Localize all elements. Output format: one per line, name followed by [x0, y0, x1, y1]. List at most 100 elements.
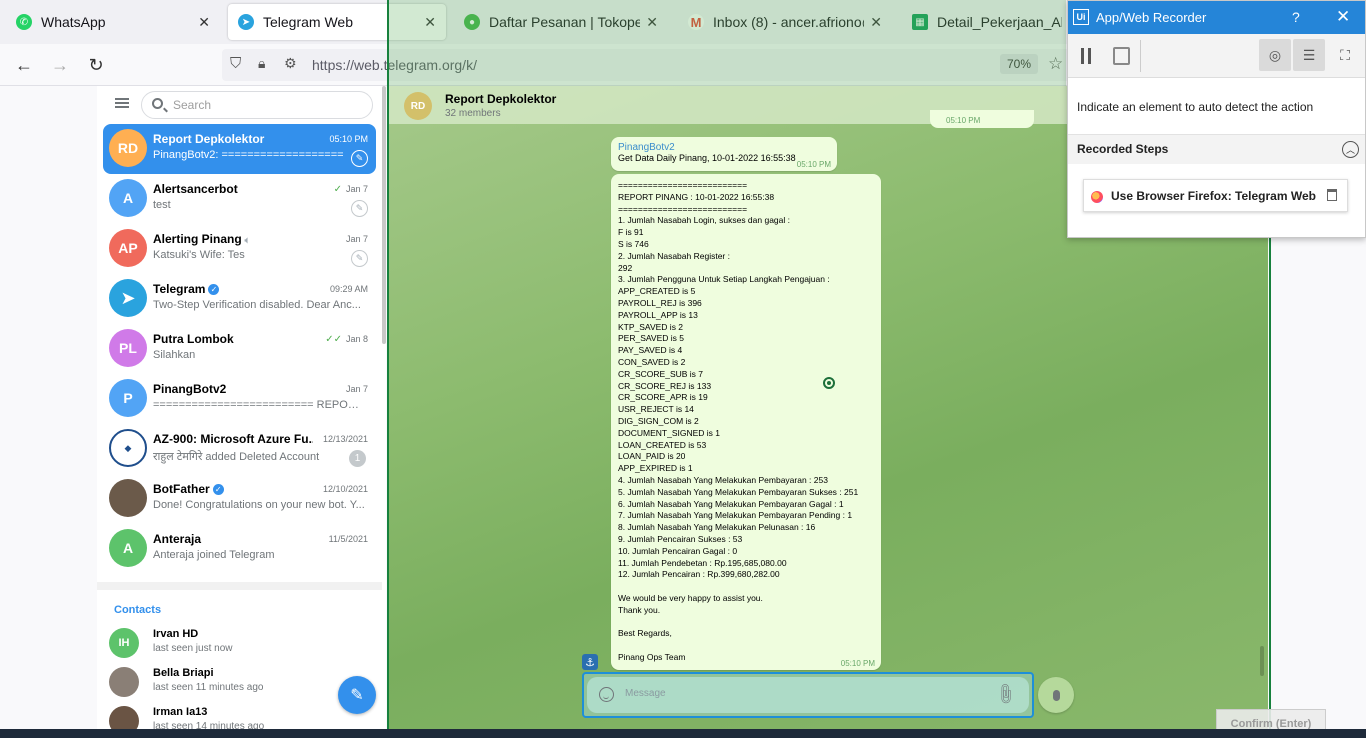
back-icon[interactable]: ←	[12, 53, 36, 77]
recorded-step[interactable]: Use Browser Firefox: Telegram Web	[1083, 179, 1348, 212]
close-icon[interactable]: ✕	[1336, 7, 1350, 27]
screen-capture-icon[interactable]: ⛶	[1329, 39, 1361, 71]
pencil-icon: ✎	[350, 687, 364, 704]
reload-icon[interactable]: ↻	[84, 53, 108, 77]
anchor-icon[interactable]: ⚓︎	[582, 654, 598, 670]
save-icon[interactable]	[1113, 47, 1130, 65]
contact-item-bella-briapi[interactable]: Bella Briapi last seen 11 minutes ago	[109, 665, 369, 701]
pause-icon[interactable]	[1081, 48, 1091, 64]
report-line: USR_REJECT is 14	[618, 404, 694, 415]
chat-item-anteraja[interactable]: A Anteraja 11/5/2021 Anteraja joined Tel…	[103, 524, 376, 574]
report-line: CR_SCORE_REJ is 133	[618, 380, 712, 391]
auto-detect-icon[interactable]: ◎	[1259, 39, 1291, 71]
chat-scrollbar[interactable]	[1260, 646, 1264, 676]
chat-header-members: 32 members	[445, 108, 501, 119]
tab-label: Telegram Web	[263, 14, 354, 30]
recorder-toolbar: ◎ ☰ ⛶	[1068, 34, 1365, 78]
avatar: AP	[109, 229, 147, 267]
message-bubble[interactable]: PinangBotv2 Get Data Daily Pinang, 10-01…	[611, 137, 837, 171]
chat-header-avatar: RD	[404, 92, 432, 120]
search-input[interactable]: Search	[141, 91, 373, 119]
chat-preview: Katsuki's Wife: Tes	[153, 249, 245, 261]
message-input[interactable]: Message 📎︎	[587, 677, 1029, 713]
close-tab-icon[interactable]: ✕	[198, 14, 210, 31]
report-line: 8. Jumlah Nasabah Yang Melakukan Pelunas…	[618, 522, 816, 533]
muted-icon: 🔈︎	[244, 235, 251, 245]
pin-icon: ✎	[351, 200, 368, 217]
read-check-icon: ✓	[333, 184, 342, 195]
trash-icon[interactable]	[1327, 189, 1337, 201]
avatar: PL	[109, 329, 147, 367]
browser-tab-telegram[interactable]: ➤ Telegram Web ✕	[228, 4, 446, 40]
menu-icon[interactable]	[115, 98, 129, 108]
report-line	[618, 581, 874, 593]
pin-icon: ✎	[351, 150, 368, 167]
report-line: PER_SAVED is 5	[618, 333, 684, 344]
recorder-titlebar: Ui App/Web Recorder ? ✕	[1068, 1, 1365, 34]
browser-tab-tokopedia[interactable]: ● Daftar Pesanan | Tokopedia ✕	[454, 4, 668, 40]
search-placeholder: Search	[173, 98, 212, 112]
report-line: LOAN_CREATED is 53	[618, 439, 707, 450]
permissions-icon[interactable]: ⚙	[284, 55, 297, 72]
tab-label: Detail_Pekerjaan_Absensi	[937, 14, 1062, 30]
chat-item-telegram[interactable]: ➤ Telegram ✓ 09:29 AM Two-Step Verificati…	[103, 274, 376, 324]
chat-item-az900[interactable]: ◆ AZ-900: Microsoft Azure Fu...🔈︎ 12/13/…	[103, 424, 376, 474]
tab-label: Inbox (8) - ancer.afriono@bank	[713, 14, 864, 30]
avatar: A	[109, 179, 147, 217]
chat-item-alertsancerbot[interactable]: A Alertsancerbot ✓ Jan 7 test ✎	[103, 174, 376, 224]
message-composer[interactable]: Message 📎︎	[582, 672, 1034, 718]
bookmark-star-icon[interactable]: ☆	[1048, 54, 1063, 74]
report-line: ==========================	[618, 180, 748, 190]
chat-item-putra-lombok[interactable]: PL Putra Lombok ✓✓ Jan 8 Silahkan	[103, 324, 376, 374]
close-tab-icon[interactable]: ✕	[424, 14, 436, 31]
chevron-up-icon[interactable]: ︿	[1342, 141, 1359, 158]
chat-header-title: Report Depkolektor	[445, 92, 557, 106]
help-button[interactable]: ?	[1292, 9, 1300, 25]
browser-tab-whatsapp[interactable]: ✆ WhatsApp ✕	[6, 4, 220, 40]
report-line: CON_SAVED is 2	[618, 356, 686, 367]
avatar: IH	[109, 628, 139, 658]
report-message-bubble[interactable]: ========================== REPORT PINANG …	[611, 174, 881, 670]
forward-icon[interactable]: →	[48, 53, 72, 77]
contact-item-irvan-hd[interactable]: IH Irvan HD last seen just now	[109, 626, 369, 662]
chat-item-alerting-pinang[interactable]: AP Alerting Pinang 🔈︎ Jan 7 Katsuki's Wif…	[103, 224, 376, 274]
emoji-icon[interactable]	[599, 687, 614, 702]
chat-item-pinangbotv2[interactable]: P PinangBotv2 Jan 7 ====================…	[103, 374, 376, 424]
tokopedia-icon: ●	[464, 14, 480, 30]
browser-tab-sheets[interactable]: ▦ Detail_Pekerjaan_Absensi	[902, 4, 1072, 40]
report-line: 6. Jumlah Nasabah Yang Melakukan Pembaya…	[618, 498, 844, 509]
chat-item-report-depkolektor[interactable]: RD Report Depkolektor 05:10 PM PinangBot…	[103, 124, 376, 174]
voice-message-button[interactable]	[1038, 677, 1074, 713]
telegram-logo-icon: ➤	[109, 279, 147, 317]
contact-name: Irvan HD	[153, 628, 199, 640]
report-line: DOCUMENT_SIGNED is 1	[618, 427, 721, 438]
url-bar[interactable]: ⛉ 🔒︎ ⚙ https://web.telegram.org/k/ 70% ☆	[222, 49, 1082, 81]
browser-tab-gmail[interactable]: M Inbox (8) - ancer.afriono@bank ✕	[678, 4, 892, 40]
lock-icon[interactable]: 🔒︎	[258, 55, 265, 72]
new-message-button[interactable]: ✎	[338, 676, 376, 714]
contact-name: Irman Ia13	[153, 706, 208, 718]
sidebar-scrollbar[interactable]	[382, 86, 386, 344]
contact-status: last seen 11 minutes ago	[153, 682, 264, 693]
report-line: CR_SCORE_APR is 19	[618, 392, 708, 403]
chat-time: 11/5/2021	[328, 534, 368, 544]
chat-item-botfather[interactable]: BotFather ✓ 12/10/2021 Done! Congratulati…	[103, 474, 376, 524]
report-line	[618, 640, 874, 652]
steps-list-icon[interactable]: ☰	[1293, 39, 1325, 71]
close-tab-icon[interactable]: ✕	[870, 14, 882, 31]
attach-icon[interactable]: 📎︎	[992, 681, 1018, 707]
chat-title: Alertsancerbot	[153, 182, 238, 196]
report-line: PAYROLL_APP is 13	[618, 309, 698, 320]
shield-icon[interactable]: ⛉	[230, 55, 241, 72]
close-tab-icon[interactable]: ✕	[646, 14, 658, 31]
unread-badge: 1	[349, 450, 366, 467]
chat-title: Report Depkolektor	[153, 132, 265, 146]
report-line: F is 91	[618, 227, 644, 238]
avatar: RD	[109, 129, 147, 167]
zoom-level[interactable]: 70%	[1000, 54, 1039, 74]
recorded-steps-header[interactable]: Recorded Steps ︿	[1068, 134, 1365, 164]
chat-title: Telegram ✓	[153, 282, 313, 296]
url-text: https://web.telegram.org/k/	[312, 57, 477, 73]
report-line: CR_SCORE_SUB is 7	[618, 368, 704, 379]
contact-name: Bella Briapi	[153, 667, 214, 679]
